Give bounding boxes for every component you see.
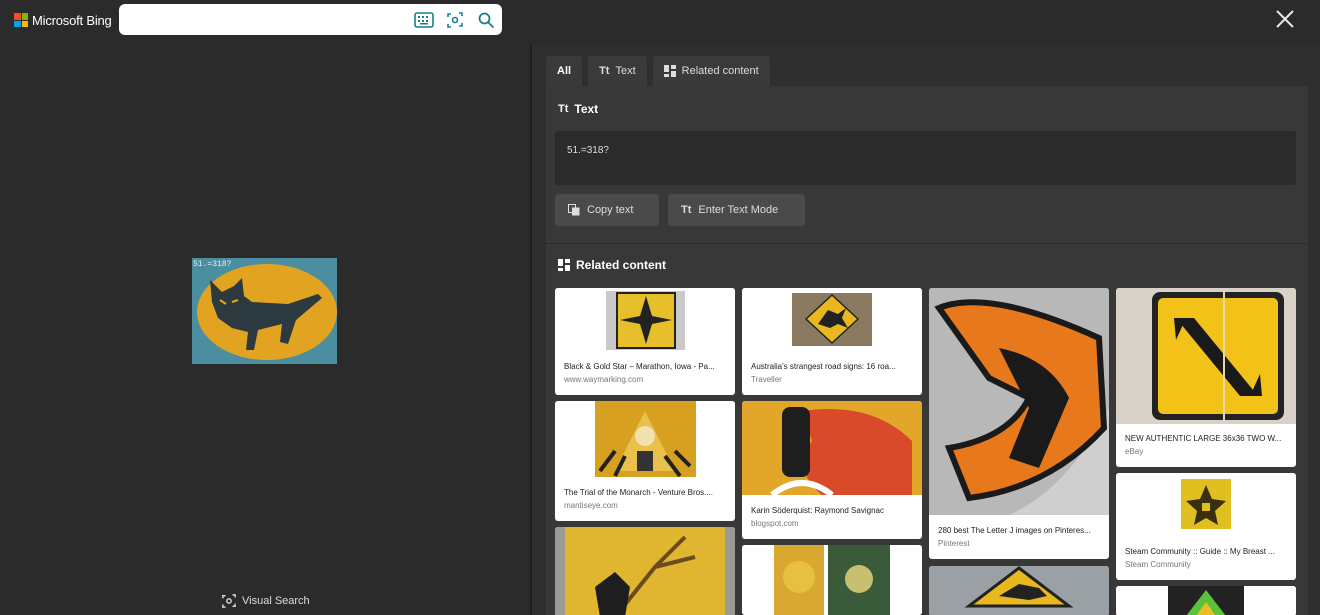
related-source: Steam Community — [1125, 560, 1191, 569]
related-image — [555, 527, 735, 615]
top-bar: Microsoft Bing — [0, 0, 1320, 45]
results-panel: Tt Text 51.=318? Copy text Tt Enter Text… — [546, 86, 1308, 615]
related-section-label: Related content — [576, 258, 667, 272]
related-card[interactable]: NEW AUTHENTIC LARGE 36x36 TWO W... eBay — [1116, 288, 1296, 467]
related-image — [929, 288, 1109, 515]
related-source: Traveller — [751, 375, 782, 384]
close-icon[interactable] — [1275, 9, 1295, 29]
visual-search-label: Visual Search — [242, 595, 310, 607]
text-icon: Tt — [681, 204, 692, 216]
related-title: Karin Söderquist: Raymond Savignac — [751, 506, 884, 515]
related-source: Pinterest — [938, 539, 970, 548]
microsoft-logo-icon — [14, 13, 28, 27]
extracted-text-box[interactable]: 51.=318? — [555, 131, 1296, 185]
grid-icon — [558, 259, 570, 271]
result-tabs: All Tt Text Related content — [546, 56, 770, 86]
related-card[interactable] — [742, 545, 922, 615]
section-divider — [546, 243, 1308, 244]
related-image — [742, 545, 922, 615]
related-source: blogspot.com — [751, 519, 799, 528]
tab-text-label: Text — [615, 65, 636, 77]
related-image — [1116, 288, 1296, 424]
related-image — [1116, 586, 1296, 615]
related-section-title: Related content — [558, 258, 666, 272]
text-section-label: Text — [574, 102, 599, 116]
keyboard-icon[interactable] — [414, 10, 434, 30]
related-card[interactable] — [555, 527, 735, 615]
related-content-grid: Black & Gold Star – Marathon, Iowa - Pa.… — [555, 288, 1296, 615]
visual-search-icon — [222, 594, 236, 608]
related-source: www.waymarking.com — [564, 375, 644, 384]
related-card[interactable]: Black & Gold Star – Marathon, Iowa - Pa.… — [555, 288, 735, 395]
related-image — [555, 288, 735, 354]
related-image — [742, 401, 922, 495]
related-image — [555, 401, 735, 481]
enter-text-mode-button[interactable]: Tt Enter Text Mode — [668, 194, 805, 226]
text-icon: Tt — [599, 65, 610, 77]
search-input[interactable] — [127, 10, 407, 29]
extracted-text: 51.=318? — [567, 145, 609, 156]
related-card[interactable]: Karin Söderquist: Raymond Savignac blogs… — [742, 401, 922, 539]
image-ocr-overlay: 51.=318? — [193, 260, 232, 269]
search-icon[interactable] — [476, 10, 496, 30]
bing-visual-search-page: Microsoft Bing 51.=318? Visual Search Al… — [0, 0, 1320, 615]
visual-search-icon[interactable] — [445, 10, 465, 30]
text-section-title: Tt Text — [558, 102, 598, 116]
text-icon: Tt — [558, 103, 569, 115]
enter-text-mode-label: Enter Text Mode — [698, 204, 779, 216]
grid-icon — [663, 65, 676, 77]
related-image — [929, 566, 1109, 615]
related-image — [742, 288, 922, 354]
related-source: mantiseye.com — [564, 501, 618, 510]
related-card[interactable]: Steam Community :: Guide :: My Breast ..… — [1116, 473, 1296, 580]
search-box[interactable] — [119, 4, 502, 35]
related-title: Black & Gold Star – Marathon, Iowa - Pa.… — [564, 362, 715, 371]
bing-logo[interactable]: Microsoft Bing — [14, 12, 112, 28]
image-preview-pane: 51.=318? Visual Search — [0, 45, 530, 615]
tab-all[interactable]: All — [546, 56, 583, 86]
related-card[interactable] — [929, 566, 1109, 615]
related-title: Steam Community :: Guide :: My Breast ..… — [1125, 547, 1275, 556]
related-card[interactable]: Australia's strangest road signs: 16 roa… — [742, 288, 922, 395]
related-card[interactable] — [1116, 586, 1296, 615]
tab-related-content[interactable]: Related content — [652, 56, 770, 86]
tab-text[interactable]: Tt Text — [588, 56, 647, 86]
results-pane: All Tt Text Related content Tt Text 51.=… — [532, 45, 1320, 615]
copy-icon — [568, 204, 580, 216]
related-card[interactable]: The Trial of the Monarch - Venture Bros.… — [555, 401, 735, 521]
related-card[interactable]: 280 best The Letter J images on Pinteres… — [929, 288, 1109, 559]
visual-search-button[interactable]: Visual Search — [222, 594, 310, 608]
related-title: The Trial of the Monarch - Venture Bros.… — [564, 488, 713, 497]
tab-all-label: All — [557, 65, 572, 77]
related-source: eBay — [1125, 447, 1144, 456]
brand-name: Microsoft Bing — [32, 12, 112, 28]
uploaded-image[interactable]: 51.=318? — [192, 258, 337, 364]
copy-text-button[interactable]: Copy text — [555, 194, 659, 226]
copy-text-label: Copy text — [587, 204, 634, 216]
related-title: NEW AUTHENTIC LARGE 36x36 TWO W... — [1125, 434, 1282, 443]
related-image — [1116, 473, 1296, 539]
related-title: 280 best The Letter J images on Pinteres… — [938, 526, 1091, 535]
tab-related-label: Related content — [681, 65, 759, 77]
related-title: Australia's strangest road signs: 16 roa… — [751, 362, 896, 371]
